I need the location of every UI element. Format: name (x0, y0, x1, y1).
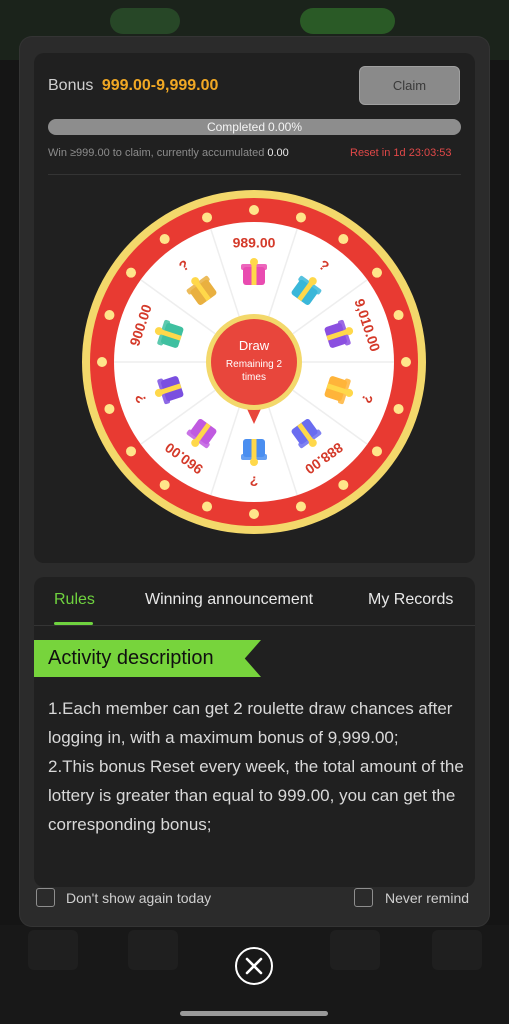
claim-button[interactable]: Claim (359, 66, 460, 105)
claim-condition: Win ≥999.00 to claim, currently accumula… (48, 147, 289, 159)
wheel-light (249, 509, 259, 519)
background-nav-item (128, 930, 178, 970)
progress-label: Completed (206, 120, 265, 134)
tab-rules[interactable]: Rules (54, 591, 95, 609)
wheel-light (338, 479, 349, 490)
roulette-wheel: 989.00?9,010.00?888.00?960.00?900.00? Dr… (82, 190, 426, 534)
wheel-light (295, 212, 306, 223)
background-button (110, 8, 180, 34)
reset-countdown: Reset in 1d 23:03:53 (350, 147, 452, 159)
wheel-light (393, 403, 404, 414)
divider (48, 174, 461, 175)
wheel-light (295, 501, 306, 512)
tab-winning-announcement[interactable]: Winning announcement (145, 591, 313, 609)
progress-text: Completed 0.00% (48, 119, 461, 135)
wheel-light (202, 501, 213, 512)
divider (34, 625, 475, 626)
wheel-light (371, 267, 382, 278)
wheel-light (126, 267, 137, 278)
wheel-light (126, 446, 137, 457)
activity-description: 1.Each member can get 2 roulette draw ch… (48, 694, 468, 839)
bonus-label: Bonus (48, 77, 94, 94)
remaining-times-label: times (242, 372, 266, 383)
wheel-light (338, 234, 349, 245)
accumulated-value: 0.00 (267, 147, 289, 159)
close-button[interactable] (235, 947, 273, 985)
wheel-light (159, 234, 170, 245)
never-remind-checkbox[interactable] (354, 888, 373, 907)
wheel-light (202, 212, 213, 223)
progress-bar: Completed 0.00% (48, 119, 461, 135)
bonus-amount: 999.00-9,999.00 (101, 77, 219, 94)
segment-label: 989.00 (233, 235, 276, 251)
background-nav-item (28, 930, 78, 970)
tab-my-records[interactable]: My Records (368, 591, 453, 609)
wheel-light (97, 357, 107, 367)
bonus-card: Bonus 999.00-9,999.00 Claim Completed 0.0… (34, 53, 475, 563)
draw-label: Draw (239, 338, 270, 353)
description-paragraph: 2.This bonus Reset every week, the total… (48, 757, 464, 834)
bonus-row: Bonus 999.00-9,999.00 (48, 77, 218, 95)
dont-show-today-checkbox[interactable] (36, 888, 55, 907)
wheel-light (104, 403, 115, 414)
wheel-light (371, 446, 382, 457)
wheel-light (401, 357, 411, 367)
wheel-light (159, 479, 170, 490)
dont-show-today-label[interactable]: Don't show again today (66, 890, 211, 906)
never-remind-label[interactable]: Never remind (385, 890, 469, 906)
section-title: Activity description (48, 647, 214, 669)
background-nav-item (330, 930, 380, 970)
background-button (300, 8, 395, 34)
wheel-light (393, 310, 404, 321)
info-tabs-card: Rules Winning announcement My Records Ac… (34, 577, 475, 887)
remaining-label: Remaining 2 (226, 359, 283, 370)
progress-value: 0.00% (268, 120, 303, 134)
roulette-modal: Bonus 999.00-9,999.00 Claim Completed 0.0… (20, 37, 489, 926)
segment-label: ? (250, 473, 259, 489)
close-icon (245, 957, 263, 975)
wheel-light (249, 205, 259, 215)
background-nav-item (432, 930, 482, 970)
description-paragraph: 1.Each member can get 2 roulette draw ch… (48, 699, 453, 747)
home-indicator (180, 1011, 328, 1016)
wheel-light (104, 310, 115, 321)
condition-text: Win ≥999.00 to claim, currently accumula… (48, 147, 265, 159)
